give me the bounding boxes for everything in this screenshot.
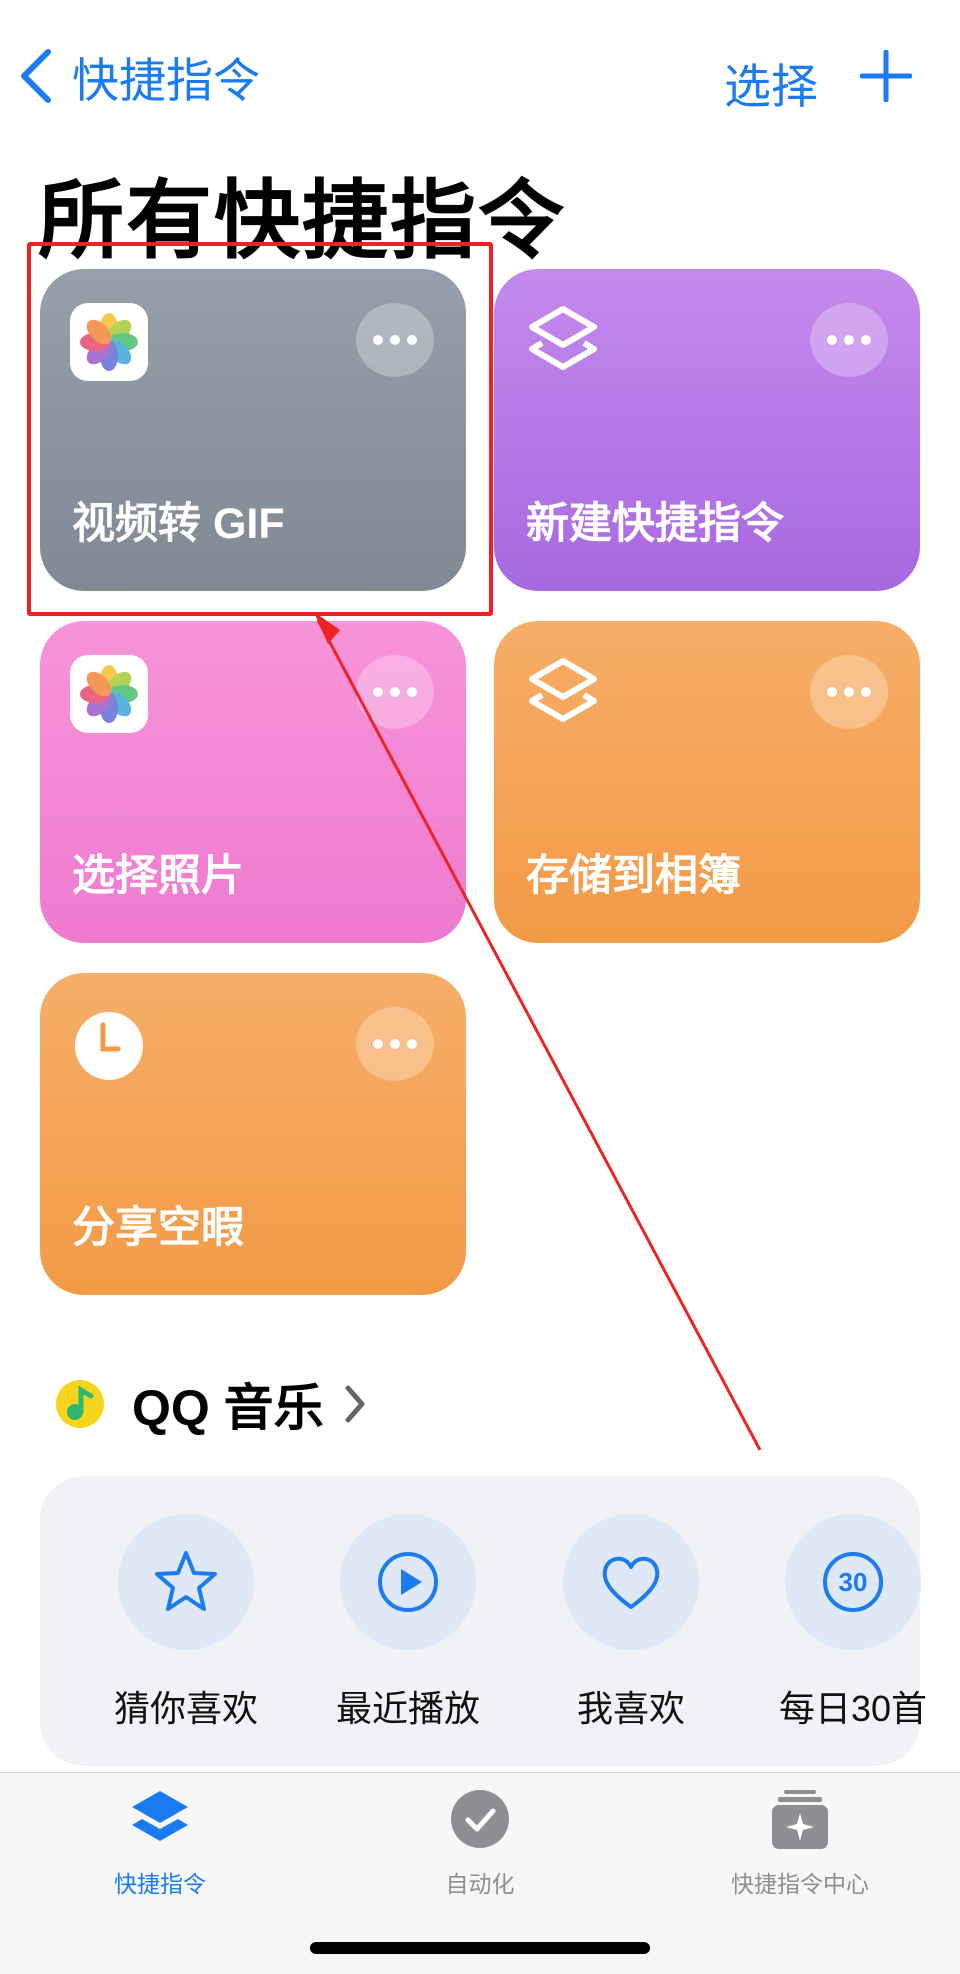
photos-icon bbox=[70, 655, 148, 733]
qq-music-card: 猜你喜欢 最近播放 我喜欢 30 每日30首 bbox=[40, 1476, 927, 1766]
svg-text:30: 30 bbox=[839, 1567, 868, 1597]
shortcut-label: 新建快捷指令 bbox=[526, 500, 784, 548]
more-options-button[interactable] bbox=[356, 655, 434, 729]
qq-music-header[interactable]: QQ 音乐 bbox=[56, 1368, 366, 1440]
highlight-box bbox=[27, 242, 493, 616]
qq-item-label: 我喜欢 bbox=[576, 1688, 685, 1729]
automation-check-icon bbox=[451, 1790, 509, 1848]
shortcut-tile-select-photos[interactable]: 选择照片 bbox=[40, 621, 466, 943]
add-icon[interactable] bbox=[860, 50, 912, 102]
shortcuts-layers-icon bbox=[529, 658, 597, 722]
qq-item-label: 每日30首 bbox=[778, 1688, 928, 1729]
back-button[interactable]: 快捷指令 bbox=[18, 46, 260, 107]
more-options-button[interactable] bbox=[810, 303, 888, 377]
chevron-left-icon bbox=[21, 49, 51, 103]
shortcut-tile-share-free-time[interactable]: 分享空暇 bbox=[40, 973, 466, 1295]
back-label: 快捷指令 bbox=[72, 53, 260, 107]
daily-30-icon: 30 bbox=[823, 1552, 883, 1612]
qq-music-title: QQ 音乐 bbox=[132, 1380, 324, 1436]
clock-icon bbox=[75, 1012, 143, 1080]
shortcut-label: 分享空暇 bbox=[72, 1204, 244, 1252]
tab-label: 快捷指令 bbox=[114, 1871, 206, 1897]
more-options-button[interactable] bbox=[356, 1007, 434, 1081]
gallery-sparkle-icon bbox=[772, 1790, 828, 1849]
shortcuts-layers-icon bbox=[529, 306, 597, 370]
shortcut-label: 选择照片 bbox=[72, 852, 244, 900]
qq-item-my-favorites[interactable]: 我喜欢 bbox=[541, 1514, 721, 1732]
qq-item-label: 猜你喜欢 bbox=[113, 1688, 258, 1729]
shortcut-tile-new-shortcut[interactable]: 新建快捷指令 bbox=[494, 269, 920, 591]
heart-icon bbox=[602, 1556, 660, 1609]
play-icon bbox=[378, 1552, 438, 1612]
qq-item-daily-30[interactable]: 30 每日30首 bbox=[763, 1514, 943, 1732]
qq-music-logo-icon bbox=[56, 1380, 104, 1428]
star-icon bbox=[155, 1551, 217, 1611]
shortcuts-layers-icon bbox=[132, 1791, 188, 1841]
tab-gallery[interactable]: 快捷指令中心 bbox=[680, 1787, 920, 1899]
home-indicator bbox=[310, 1942, 650, 1954]
shortcut-tile-save-to-album[interactable]: 存储到相簿 bbox=[494, 621, 920, 943]
select-button[interactable]: 选择 bbox=[724, 48, 818, 117]
qq-item-recently-played[interactable]: 最近播放 bbox=[318, 1514, 498, 1732]
more-options-button[interactable] bbox=[810, 655, 888, 729]
chevron-right-icon bbox=[345, 1385, 365, 1423]
tab-automation[interactable]: 自动化 bbox=[360, 1787, 600, 1899]
qq-item-guess-you-like[interactable]: 猜你喜欢 bbox=[96, 1514, 276, 1732]
qq-item-label: 最近播放 bbox=[335, 1688, 480, 1729]
tab-label: 自动化 bbox=[445, 1871, 515, 1897]
tab-shortcuts[interactable]: 快捷指令 bbox=[40, 1787, 280, 1899]
shortcut-label: 存储到相簿 bbox=[526, 852, 741, 900]
tab-label: 快捷指令中心 bbox=[731, 1871, 869, 1897]
